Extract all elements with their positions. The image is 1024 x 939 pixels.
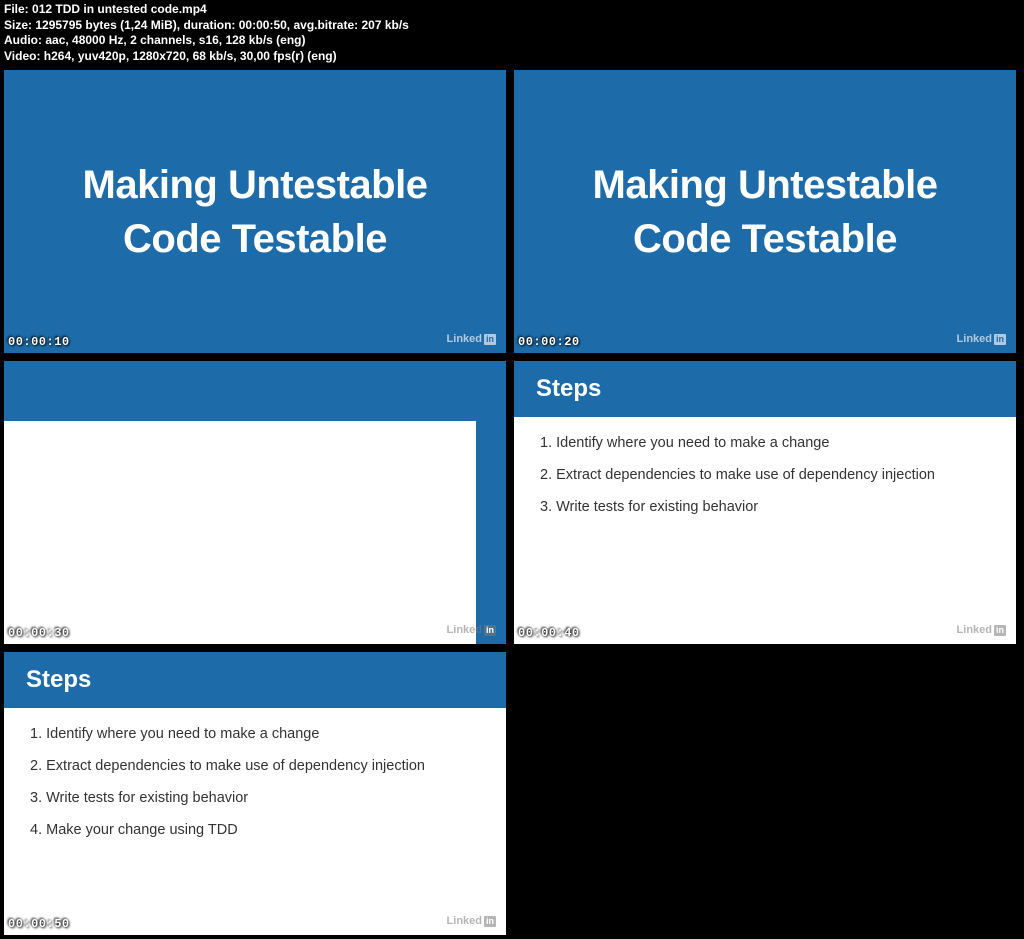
steps-heading: Steps (514, 361, 1016, 417)
step-item: 1. Identify where you need to make a cha… (540, 435, 990, 451)
meta-file: File: 012 TDD in untested code.mp4 (4, 2, 1020, 18)
linkedin-text: Linked (447, 333, 482, 345)
meta-file-value: 012 TDD in untested code.mp4 (32, 2, 207, 16)
meta-video-label: Video: (4, 49, 40, 63)
linkedin-watermark: Linked in (447, 624, 496, 636)
meta-audio: Audio: aac, 48000 Hz, 2 channels, s16, 1… (4, 33, 1020, 49)
meta-video-value: h264, yuv420p, 1280x720, 68 kb/s, 30,00 … (44, 49, 337, 63)
slide-title-line2: Code Testable (593, 212, 938, 266)
step-item: 1. Identify where you need to make a cha… (30, 726, 480, 742)
linkedin-watermark: Linked in (957, 333, 1006, 345)
slide-title-line2: Code Testable (83, 212, 428, 266)
linkedin-watermark: Linked in (447, 333, 496, 345)
step-item: 3. Write tests for existing behavior (540, 499, 990, 515)
slide-title: Making Untestable Code Testable (83, 158, 428, 266)
slide-title-line1: Making Untestable (593, 158, 938, 212)
media-info-block: File: 012 TDD in untested code.mp4 Size:… (0, 0, 1024, 66)
meta-size-value: 1295795 bytes (1,24 MiB), duration: 00:0… (35, 18, 409, 32)
thumbnail-3: Linked in 00:00:30 (4, 361, 506, 644)
step-item: 2. Extract dependencies to make use of d… (30, 758, 480, 774)
meta-size-label: Size: (4, 18, 32, 32)
meta-size: Size: 1295795 bytes (1,24 MiB), duration… (4, 18, 1020, 34)
linkedin-watermark: Linked in (447, 915, 496, 927)
linkedin-text: Linked (447, 915, 482, 927)
slide-title: Making Untestable Code Testable (593, 158, 938, 266)
linkedin-text: Linked (957, 333, 992, 345)
linkedin-in-icon: in (994, 625, 1006, 636)
linkedin-in-icon: in (484, 916, 496, 927)
thumbnail-5: Steps 1. Identify where you need to make… (4, 652, 506, 935)
timestamp: 00:00:50 (8, 917, 70, 931)
meta-file-label: File: (4, 2, 29, 16)
linkedin-in-icon: in (484, 334, 496, 345)
timestamp: 00:00:20 (518, 335, 580, 349)
blank-header-bar (4, 361, 506, 421)
thumbnail-1: Making Untestable Code Testable Linked i… (4, 70, 506, 353)
step-item: 4. Make your change using TDD (30, 822, 480, 838)
thumbnail-4: Steps 1. Identify where you need to make… (514, 361, 1016, 644)
timestamp: 00:00:40 (518, 626, 580, 640)
meta-audio-label: Audio: (4, 33, 42, 47)
linkedin-text: Linked (447, 624, 482, 636)
blank-side-bar (476, 421, 506, 644)
linkedin-watermark: Linked in (957, 624, 1006, 636)
step-item: 2. Extract dependencies to make use of d… (540, 467, 990, 483)
timestamp: 00:00:30 (8, 626, 70, 640)
meta-video: Video: h264, yuv420p, 1280x720, 68 kb/s,… (4, 49, 1020, 65)
slide-title-line1: Making Untestable (83, 158, 428, 212)
thumbnail-grid: Making Untestable Code Testable Linked i… (0, 66, 1024, 939)
timestamp: 00:00:10 (8, 335, 70, 349)
meta-audio-value: aac, 48000 Hz, 2 channels, s16, 128 kb/s… (45, 33, 305, 47)
steps-list: 1. Identify where you need to make a cha… (4, 708, 506, 872)
linkedin-in-icon: in (484, 625, 496, 636)
step-item: 3. Write tests for existing behavior (30, 790, 480, 806)
thumbnail-2: Making Untestable Code Testable Linked i… (514, 70, 1016, 353)
steps-heading: Steps (4, 652, 506, 708)
linkedin-text: Linked (957, 624, 992, 636)
linkedin-in-icon: in (994, 334, 1006, 345)
steps-list: 1. Identify where you need to make a cha… (514, 417, 1016, 549)
